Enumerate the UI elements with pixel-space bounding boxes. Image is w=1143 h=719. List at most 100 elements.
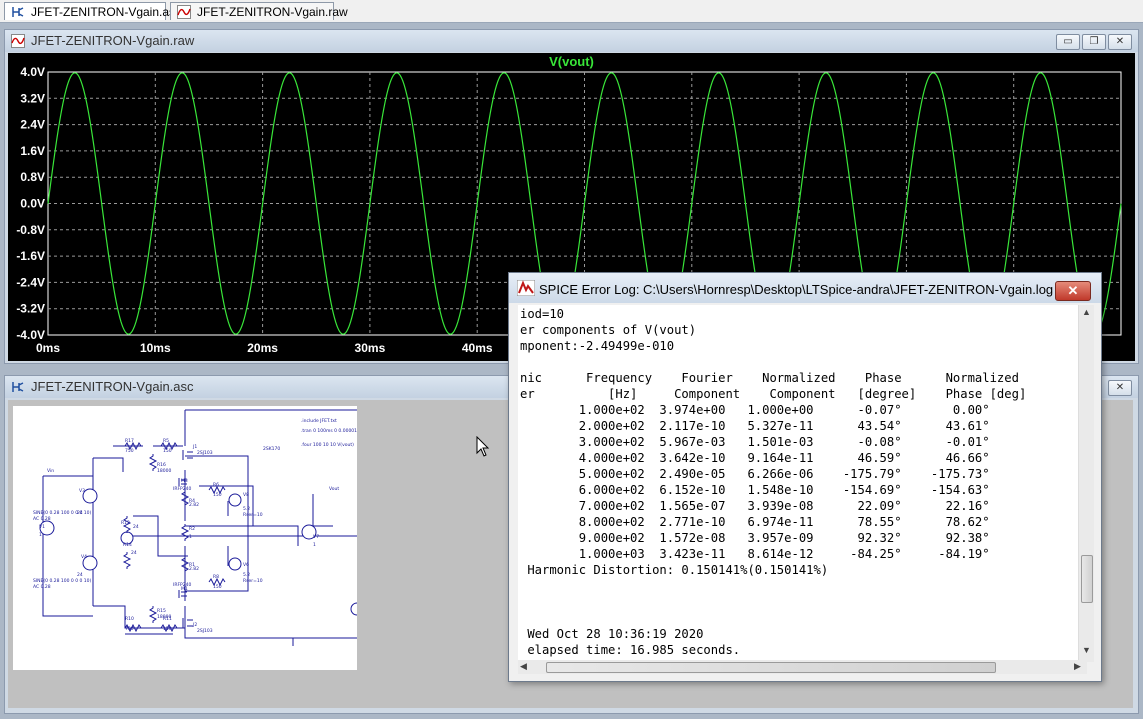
svg-text:R8: R8 <box>213 574 219 580</box>
waveform-icon <box>11 34 25 48</box>
svg-text:R15: R15 <box>157 608 166 614</box>
vertical-scrollbar[interactable]: ▲ ▼ <box>1078 305 1094 662</box>
svg-text:750: 750 <box>125 448 134 454</box>
tab-raw-label: JFET-ZENITRON-Vgain.raw <box>197 5 348 19</box>
svg-text:V1: V1 <box>39 524 45 530</box>
y-tick-label: 4.0V <box>20 65 45 79</box>
log-line: er [Hz] Component Component [degree] Pha… <box>520 387 1027 401</box>
log-line: 5.000e+02 2.490e-05 6.266e-06 -175.79° -… <box>520 467 990 481</box>
svg-text:150: 150 <box>213 584 222 590</box>
horizontal-scroll-thumb[interactable] <box>546 662 996 673</box>
scroll-left-arrow-icon[interactable]: ◀ <box>520 661 527 672</box>
svg-text:.four 100 10 10 V(vout): .four 100 10 10 V(vout) <box>301 442 354 448</box>
log-line: Harmonic Distortion: 0.150141%(0.150141%… <box>520 563 829 577</box>
svg-text:R17: R17 <box>125 438 134 444</box>
scroll-right-arrow-icon[interactable]: ▶ <box>1074 661 1081 672</box>
horizontal-scrollbar[interactable]: ◀ ▶ <box>518 660 1087 674</box>
waveform-window-title: JFET-ZENITRON-Vgain.raw <box>31 33 195 48</box>
log-line: 3.000e+02 5.967e-03 1.501e-03 -0.08° -0.… <box>520 435 990 449</box>
svg-text:R10: R10 <box>125 616 134 622</box>
log-line: nic Frequency Fourier Normalized Phase N… <box>520 371 1019 385</box>
vertical-scroll-thumb[interactable] <box>1081 555 1093 603</box>
svg-text:2SK170: 2SK170 <box>263 446 280 452</box>
svg-text:AC 0.28: AC 0.28 <box>33 516 51 522</box>
circuit-diagram[interactable]: .include JFET.txt .tran 0 100ms 0 0.0000… <box>13 406 388 670</box>
log-line: 1.000e+02 3.974e+00 1.000e+00 -0.07° 0.0… <box>520 403 990 417</box>
svg-text:24: 24 <box>77 572 83 578</box>
svg-text:Rser=10: Rser=10 <box>243 512 263 518</box>
log-line: Wed Oct 28 10:36:19 2020 <box>520 627 704 641</box>
log-text-area[interactable]: iod=10 er components of V(vout) mponent:-2… <box>518 305 1088 662</box>
svg-text:.include JFET.txt: .include JFET.txt <box>301 418 337 424</box>
y-tick-label: -2.4V <box>16 275 45 289</box>
tab-asc-label: JFET-ZENITRON-Vgain.asc <box>31 5 182 19</box>
tab-raw[interactable]: JFET-ZENITRON-Vgain.raw <box>170 2 348 20</box>
log-line: er components of V(vout) <box>520 323 697 337</box>
svg-text:Rser=10: Rser=10 <box>243 578 263 584</box>
x-tick-label: 10ms <box>140 341 171 355</box>
svg-text:.tran 0 100ms 0 0.0000183677ms: .tran 0 100ms 0 0.0000183677ms <box>301 428 357 434</box>
schematic-icon <box>12 7 24 17</box>
svg-text:V4: V4 <box>81 554 87 560</box>
svg-text:V6: V6 <box>243 562 249 568</box>
svg-text:24: 24 <box>133 524 139 530</box>
log-line: elapsed time: 16.985 seconds. <box>520 643 741 657</box>
close-button[interactable]: ✕ <box>1108 34 1132 50</box>
ltspice-icon <box>517 280 535 296</box>
svg-text:2SJ103: 2SJ103 <box>197 450 213 456</box>
y-tick-label: -0.8V <box>16 223 45 237</box>
svg-text:V7: V7 <box>313 534 319 540</box>
svg-text:5.2: 5.2 <box>243 506 250 512</box>
minimize-button[interactable]: ▭ <box>1056 34 1080 50</box>
schematic-canvas[interactable]: .include JFET.txt .tran 0 100ms 0 0.0000… <box>13 406 388 670</box>
log-line: 8.000e+02 2.771e-10 6.974e-11 78.55° 78.… <box>520 515 990 529</box>
svg-text:150: 150 <box>163 626 172 632</box>
schematic-icon <box>12 382 24 392</box>
svg-text:150: 150 <box>163 448 172 454</box>
log-titlebar[interactable]: SPICE Error Log: C:\Users\Hornresp\Deskt… <box>509 273 1101 303</box>
svg-text:18000: 18000 <box>157 468 171 474</box>
y-tick-label: 1.6V <box>20 144 45 158</box>
svg-text:24: 24 <box>131 550 137 556</box>
waveform-icon <box>177 5 191 19</box>
x-tick-label: 20ms <box>247 341 278 355</box>
y-tick-label: -1.6V <box>16 249 45 263</box>
waveform-window-titlebar[interactable]: JFET-ZENITRON-Vgain.raw ▭ ❐ ✕ <box>5 30 1138 52</box>
svg-text:AC 0.28: AC 0.28 <box>33 584 51 590</box>
restore-button[interactable]: ❐ <box>1082 34 1106 50</box>
tab-asc[interactable]: JFET-ZENITRON-Vgain.asc <box>4 2 181 20</box>
document-tab-bar: JFET-ZENITRON-Vgain.asc JFET-ZENITRON-Vg… <box>0 0 1143 23</box>
log-line: 4.000e+02 3.642e-10 9.164e-11 46.59° 46.… <box>520 451 990 465</box>
svg-text:J2: J2 <box>192 622 197 628</box>
spice-error-log-window[interactable]: SPICE Error Log: C:\Users\Hornresp\Deskt… <box>508 272 1102 682</box>
svg-text:Vout: Vout <box>329 486 339 492</box>
svg-text:R6: R6 <box>213 482 219 488</box>
log-line: 1.000e+03 3.423e-11 8.614e-12 -84.25° -8… <box>520 547 990 561</box>
log-line: 6.000e+02 6.152e-10 1.548e-10 -154.69° -… <box>520 483 990 497</box>
svg-text:R14: R14 <box>123 542 132 548</box>
svg-text:2.82: 2.82 <box>189 566 199 572</box>
svg-text:R5: R5 <box>163 438 169 444</box>
svg-text:V8: V8 <box>243 492 249 498</box>
svg-text:Vin: Vin <box>47 468 54 474</box>
svg-text:R16: R16 <box>157 462 166 468</box>
y-tick-label: -3.2V <box>16 302 45 316</box>
close-button[interactable]: ✕ <box>1108 380 1132 396</box>
svg-text:SINE(0 0.28 100 0 0 0 10): SINE(0 0.28 100 0 0 0 10) <box>33 578 92 584</box>
close-button[interactable]: ✕ <box>1055 281 1091 301</box>
svg-text:R12: R12 <box>121 520 130 526</box>
svg-text:R2: R2 <box>189 526 195 532</box>
svg-text:750: 750 <box>125 626 134 632</box>
scroll-up-arrow-icon[interactable]: ▲ <box>1082 307 1091 317</box>
log-line: 9.000e+02 1.572e-08 3.957e-09 92.32° 92.… <box>520 531 990 545</box>
y-tick-label: 2.4V <box>20 118 45 132</box>
log-title: SPICE Error Log: C:\Users\Hornresp\Deskt… <box>539 282 1054 297</box>
svg-text:M3: M3 <box>181 478 188 484</box>
scroll-down-arrow-icon[interactable]: ▼ <box>1082 645 1091 655</box>
log-line: iod=10 <box>520 307 565 321</box>
x-tick-label: 40ms <box>462 341 493 355</box>
y-tick-label: -4.0V <box>16 328 45 342</box>
y-tick-label: 0.0V <box>20 197 45 211</box>
svg-text:V3: V3 <box>79 488 85 494</box>
x-tick-label: 0ms <box>36 341 60 355</box>
